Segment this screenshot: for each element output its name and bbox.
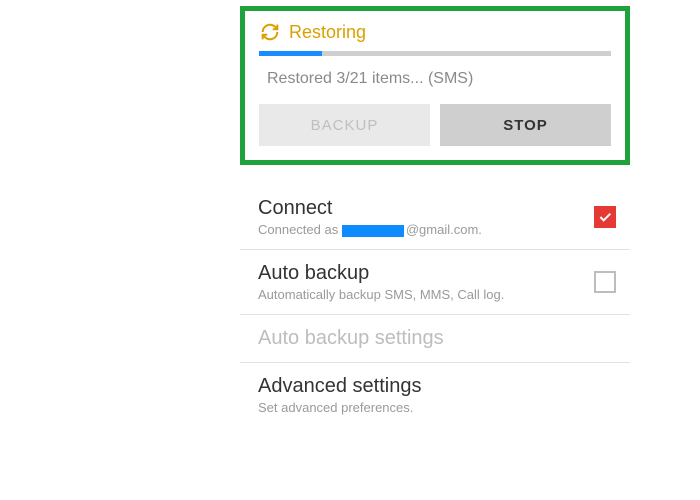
advanced-subtitle: Set advanced preferences.: [258, 400, 421, 415]
sync-icon: [259, 21, 281, 43]
backup-button: BACKUP: [259, 104, 430, 146]
restore-title: Restoring: [289, 22, 366, 43]
restore-panel: Restoring Restored 3/21 items... (SMS) B…: [240, 6, 630, 165]
advanced-settings-item[interactable]: Advanced settings Set advanced preferenc…: [240, 363, 630, 427]
connect-checkbox[interactable]: [594, 206, 616, 228]
autobackup-item[interactable]: Auto backup Automatically backup SMS, MM…: [240, 250, 630, 315]
advanced-title: Advanced settings: [258, 375, 421, 398]
autobackup-title: Auto backup: [258, 262, 504, 285]
autobackup-settings-item[interactable]: Auto backup settings: [240, 315, 630, 363]
connect-sub-suffix: @gmail.com.: [406, 222, 482, 237]
autobackup-subtitle: Automatically backup SMS, MMS, Call log.: [258, 287, 504, 302]
redacted-email-icon: [342, 225, 404, 237]
connect-sub-prefix: Connected as: [258, 222, 342, 237]
connect-item[interactable]: Connect Connected as @gmail.com.: [240, 185, 630, 250]
progress-bar-fill: [259, 51, 322, 56]
autobackup-checkbox[interactable]: [594, 271, 616, 293]
autobackup-settings-title: Auto backup settings: [258, 327, 444, 350]
connect-title: Connect: [258, 197, 482, 220]
connect-subtitle: Connected as @gmail.com.: [258, 222, 482, 237]
progress-bar: [259, 51, 611, 56]
restore-button-row: BACKUP STOP: [259, 104, 611, 146]
stop-button[interactable]: STOP: [440, 104, 611, 146]
restore-status-text: Restored 3/21 items... (SMS): [267, 70, 611, 88]
settings-list: Connect Connected as @gmail.com. Auto ba…: [240, 185, 630, 427]
restore-header: Restoring: [259, 21, 611, 43]
